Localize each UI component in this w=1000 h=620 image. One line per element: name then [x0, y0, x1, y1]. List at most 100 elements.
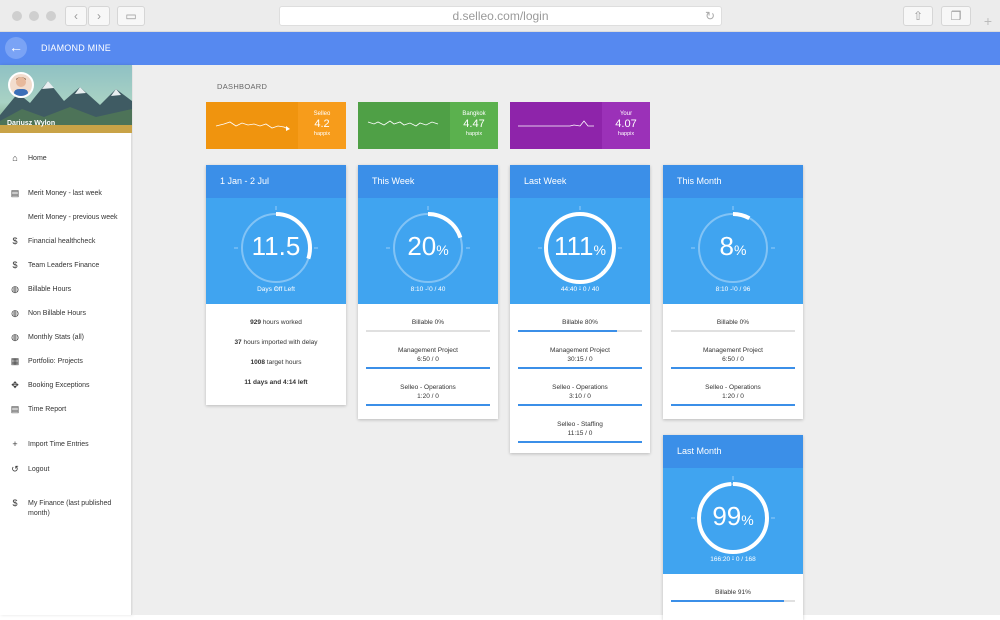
- ring-caption: Days Off Left: [257, 286, 295, 293]
- project-row: Management Project 6:50 / 0: [663, 346, 803, 364]
- happix-unit: happix: [465, 131, 483, 137]
- happix-unit: happix: [313, 131, 331, 137]
- ring-value: 11.5: [206, 231, 346, 262]
- close-window-dot[interactable]: [12, 11, 22, 21]
- share-button[interactable]: ⇧: [903, 6, 933, 26]
- ring-value: 111%: [510, 231, 650, 262]
- progress-bar: [518, 441, 642, 443]
- project-row: Billable 0%: [663, 318, 803, 327]
- dollar-icon: $: [12, 236, 18, 246]
- progress-fill: [518, 404, 642, 406]
- move-icon: ✥: [11, 380, 19, 390]
- avatar[interactable]: [8, 72, 34, 98]
- sidebar-item-home[interactable]: ⌂ Home: [0, 149, 132, 169]
- project-row: Billable 91%: [663, 588, 803, 597]
- reload-icon[interactable]: ↻: [705, 7, 715, 26]
- sidebar-item-label: Booking Exceptions: [28, 382, 90, 389]
- happix-sparkline: [206, 102, 298, 149]
- happix-unit: happix: [617, 131, 635, 137]
- ring-unit: %: [741, 512, 754, 528]
- browser-back-button[interactable]: ‹: [65, 6, 87, 26]
- sidebar-item-team-leaders-finance[interactable]: $ Team Leaders Finance: [0, 256, 132, 276]
- report-icon: ▤: [10, 404, 20, 414]
- progress-bar: [518, 330, 642, 332]
- sidebar-item-financial-healthcheck[interactable]: $ Financial healthcheck: [0, 232, 132, 252]
- project-name: Management Project: [703, 347, 763, 354]
- app-title: DIAMOND MINE: [41, 43, 111, 53]
- progress-fill: [671, 404, 795, 406]
- merit-icon: ▤: [10, 188, 20, 198]
- dollar-icon: $: [12, 498, 18, 508]
- sidebar-item-merit-previous-week[interactable]: Merit Money - previous week: [0, 208, 132, 228]
- sidebar-item-monthly-stats[interactable]: ◍ Monthly Stats (all): [0, 328, 132, 348]
- dashboard-content: DASHBOARD Selleo 4.2 happix Bangkok 4.47…: [133, 65, 1000, 620]
- sidebar-item-portfolio-projects[interactable]: ▦ Portfolio: Projects: [0, 352, 132, 372]
- ring-caption: 166:20 - 0 / 168: [710, 556, 756, 563]
- progress-fill: [671, 367, 795, 369]
- sidebar-toggle-button[interactable]: ▭: [117, 6, 145, 26]
- card-last-month: Last Month 99% 166:20 - 0 / 168 Billable…: [663, 435, 803, 620]
- ring-value: 99%: [663, 501, 803, 532]
- back-button[interactable]: ←: [5, 37, 27, 59]
- sidebar-item-non-billable-hours[interactable]: ◍ Non Billable Hours: [0, 304, 132, 324]
- progress-bar: [671, 330, 795, 332]
- progress-bar: [518, 404, 642, 406]
- ring-number: 111: [554, 231, 594, 261]
- project-value: 30:15 / 0: [567, 356, 593, 363]
- sidebar-item-label: Team Leaders Finance: [28, 262, 100, 269]
- sidebar-item-merit-last-week[interactable]: ▤ Merit Money - last week: [0, 184, 132, 204]
- progress-bar: [671, 367, 795, 369]
- zoom-window-dot[interactable]: [46, 11, 56, 21]
- project-name: Selleo - Operations: [400, 384, 456, 391]
- happix-tile-your[interactable]: Your 4.07 happix: [510, 102, 650, 149]
- progress-bar: [366, 367, 490, 369]
- new-tab-icon[interactable]: +: [984, 13, 992, 29]
- sidebar-item-billable-hours[interactable]: ◍ Billable Hours: [0, 280, 132, 300]
- watch-icon: ◍: [11, 308, 19, 318]
- happix-value: Selleo 4.2 happix: [298, 102, 346, 149]
- progress-bar: [671, 600, 795, 602]
- chevron-left-icon: ‹: [74, 9, 78, 23]
- project-value: 1:20 / 0: [417, 393, 439, 400]
- card-last-week: Last Week 111% 44:40 - 0 / 40 Billable 8…: [510, 165, 650, 453]
- watch-icon: ◍: [11, 332, 19, 342]
- project-row: Selleo - Operations 3:10 / 0: [510, 383, 650, 401]
- ring-unit: %: [734, 242, 747, 258]
- happix-sparkline: [358, 102, 450, 149]
- tabs-button[interactable]: ❐: [941, 6, 971, 26]
- project-row: Selleo - Staffing 11:15 / 0: [510, 420, 650, 438]
- sidebar-item-label: Import Time Entries: [28, 441, 89, 448]
- progress-bar: [518, 367, 642, 369]
- ring-gauge: 111% 44:40 - 0 / 40: [510, 198, 650, 304]
- sidebar-item-time-report[interactable]: ▤ Time Report: [0, 400, 132, 420]
- card-days-off: 1 Jan - 2 Jul 11.5 Days Off Left 929 hou…: [206, 165, 346, 405]
- url-text: d.selleo.com/login: [452, 9, 549, 23]
- progress-fill: [518, 367, 642, 369]
- sidebar-item-my-finance[interactable]: $ My Finance (last published month): [0, 494, 132, 520]
- ring-gauge: 99% 166:20 - 0 / 168: [663, 468, 803, 574]
- sidebar-item-label: Monthly Stats (all): [28, 334, 85, 341]
- stat-line: 37 hours imported with delay: [206, 338, 346, 348]
- stat-value: 11 days and 4:14 left: [244, 379, 308, 386]
- browser-forward-button[interactable]: ›: [88, 6, 110, 26]
- url-bar[interactable]: d.selleo.com/login ↻: [279, 6, 722, 26]
- sidebar-item-label: Merit Money - last week: [28, 190, 102, 197]
- progress-bar: [671, 404, 795, 406]
- user-name: Dariusz Wylon: [7, 120, 56, 127]
- stat-line: 929 hours worked: [206, 318, 346, 328]
- project-name: Management Project: [550, 347, 610, 354]
- progress-bar: [366, 330, 490, 332]
- project-row: Management Project 6:50 / 0: [358, 346, 498, 364]
- sidebar-item-logout[interactable]: ↺ Logout: [0, 460, 132, 480]
- project-row: Billable 0%: [358, 318, 498, 327]
- ring-number: 8: [719, 231, 734, 261]
- sidebar-item-import-time-entries[interactable]: + Import Time Entries: [0, 435, 132, 455]
- sidebar-item-booking-exceptions[interactable]: ✥ Booking Exceptions: [0, 376, 132, 396]
- happix-tile-selleo[interactable]: Selleo 4.2 happix: [206, 102, 346, 149]
- minimize-window-dot[interactable]: [29, 11, 39, 21]
- sidebar-item-label: My Finance (last published month): [28, 500, 112, 517]
- happix-tile-bangkok[interactable]: Bangkok 4.47 happix: [358, 102, 498, 149]
- sidebar-item-label: Home: [28, 155, 47, 162]
- stat-line: 11 days and 4:14 left: [206, 378, 346, 388]
- sidebar-item-label: Non Billable Hours: [28, 310, 86, 317]
